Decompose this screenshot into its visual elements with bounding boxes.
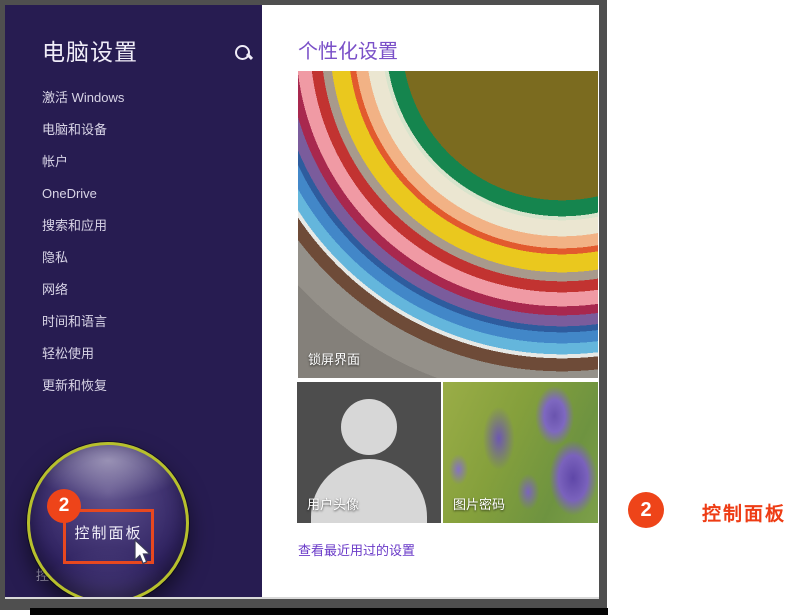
lock-screen-tile[interactable]: 锁屏界面 <box>298 71 598 378</box>
pc-settings-window: 电脑设置 激活 Windows电脑和设备帐户OneDrive搜索和应用隐私网络时… <box>5 5 599 599</box>
legend-step-2-badge: 2 <box>628 492 664 528</box>
sidebar-item[interactable]: 更新和恢复 <box>42 377 247 409</box>
step-2-badge: 2 <box>47 489 81 523</box>
cursor-icon-white <box>666 486 700 531</box>
legend-label: 控制面板 <box>702 499 786 526</box>
picture-password-tile[interactable]: 图片密码 <box>443 382 598 523</box>
sidebar-item[interactable]: 隐私 <box>42 249 247 281</box>
window-shadow <box>30 608 608 615</box>
sidebar-item[interactable]: OneDrive <box>42 185 247 217</box>
sidebar-item[interactable]: 电脑和设备 <box>42 121 247 153</box>
sidebar-item[interactable]: 时间和语言 <box>42 313 247 345</box>
recent-settings-link[interactable]: 查看最近用过的设置 <box>298 540 415 559</box>
cursor-arrow-icon <box>133 539 154 571</box>
settings-sidebar: 电脑设置 激活 Windows电脑和设备帐户OneDrive搜索和应用隐私网络时… <box>5 5 262 599</box>
personalize-pane: 个性化设置 锁屏界面 用户头像 图片密码 查看最近用过的设置 <box>262 5 599 599</box>
avatar-silhouette-body <box>311 459 427 523</box>
account-picture-tile[interactable]: 用户头像 <box>297 382 441 523</box>
screenshot-stage: 电脑设置 激活 Windows电脑和设备帐户OneDrive搜索和应用隐私网络时… <box>0 0 800 616</box>
sidebar-nav: 激活 Windows电脑和设备帐户OneDrive搜索和应用隐私网络时间和语言轻… <box>42 89 247 409</box>
sidebar-item[interactable]: 搜索和应用 <box>42 217 247 249</box>
pane-title: 个性化设置 <box>298 35 398 64</box>
sidebar-item[interactable]: 帐户 <box>42 153 247 185</box>
account-picture-tile-label: 用户头像 <box>307 494 359 513</box>
picture-password-tile-label: 图片密码 <box>453 494 505 513</box>
sidebar-item[interactable]: 轻松使用 <box>42 345 247 377</box>
lock-screen-tile-label: 锁屏界面 <box>308 349 360 368</box>
search-icon[interactable] <box>235 45 252 62</box>
sidebar-item[interactable]: 激活 Windows <box>42 89 247 121</box>
avatar-silhouette-head <box>341 399 397 455</box>
sidebar-item[interactable]: 网络 <box>42 281 247 313</box>
sidebar-title: 电脑设置 <box>42 33 138 67</box>
